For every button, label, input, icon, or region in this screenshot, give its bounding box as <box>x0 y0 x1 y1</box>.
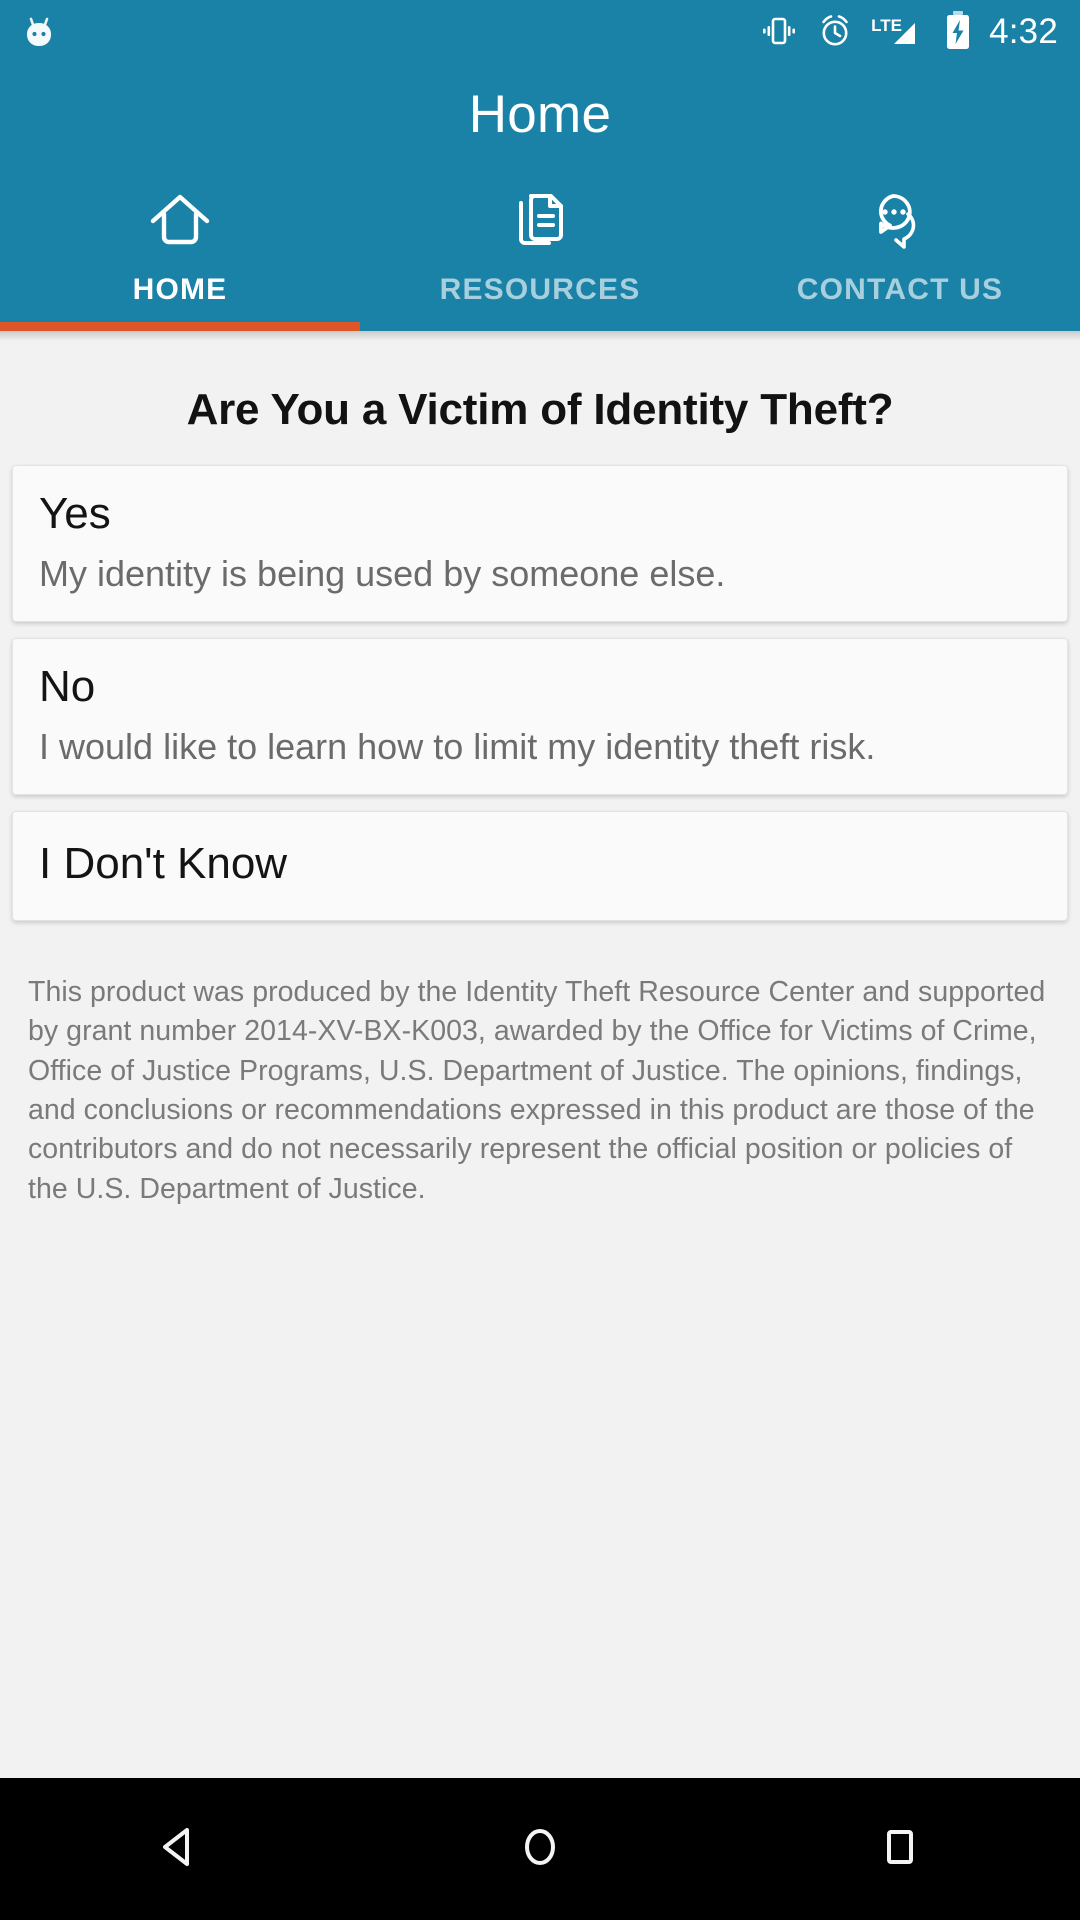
vibrate-icon <box>759 11 799 51</box>
triangle-back-icon <box>149 1816 211 1883</box>
tab-active-indicator <box>0 322 360 331</box>
app-bar: Home HOME RESOURCES CONTACT US <box>0 62 1080 331</box>
option-title: Yes <box>39 489 111 538</box>
home-button[interactable] <box>360 1816 720 1883</box>
main-content: Are You a Victim of Identity Theft? Yes … <box>0 341 1080 1210</box>
back-button[interactable] <box>0 1816 360 1883</box>
recents-button[interactable] <box>720 1816 1080 1883</box>
option-title: No <box>39 662 96 712</box>
lte-signal-icon: LTE <box>871 11 927 51</box>
status-bar-clock: 4:32 <box>989 11 1058 51</box>
option-card-list: Yes My identity is being used by someone… <box>0 465 1080 922</box>
question-heading: Are You a Victim of Identity Theft? <box>186 385 894 434</box>
app-bar-shadow <box>0 331 1080 341</box>
status-bar: LTE 4:32 <box>0 0 1080 62</box>
tab-resources[interactable]: RESOURCES <box>360 171 720 331</box>
documents-icon <box>503 183 577 261</box>
home-icon <box>143 183 217 261</box>
option-title: I Don't Know <box>39 839 288 889</box>
tab-home[interactable]: HOME <box>0 171 360 331</box>
tab-home-label: HOME <box>132 273 228 306</box>
android-mascot-icon <box>18 10 60 52</box>
option-subtitle: My identity is being used by someone els… <box>39 552 726 594</box>
status-bar-right: LTE 4:32 <box>759 9 1058 53</box>
battery-charging-icon <box>943 9 973 53</box>
status-bar-left <box>18 10 60 52</box>
circle-home-icon <box>509 1816 571 1883</box>
square-recents-icon <box>869 1816 931 1883</box>
phone-screen: LTE 4:32 Home HOME RESOURCES CONTACT US … <box>0 0 1080 1920</box>
disclaimer-text: This product was produced by the Identit… <box>28 976 1046 1205</box>
option-card-i-dont-know[interactable]: I Don't Know <box>12 811 1068 922</box>
tab-resources-label: RESOURCES <box>439 273 641 306</box>
tab-contact-us-label: CONTACT US <box>796 273 1004 306</box>
option-card-yes[interactable]: Yes My identity is being used by someone… <box>12 465 1068 623</box>
option-card-no[interactable]: No I would like to learn how to limit my… <box>12 638 1068 796</box>
android-navigation-bar <box>0 1778 1080 1920</box>
option-subtitle: I would like to learn how to limit my id… <box>39 726 876 767</box>
alarm-icon <box>815 11 855 51</box>
chat-bubbles-icon <box>863 183 937 261</box>
tab-contact-us[interactable]: CONTACT US <box>720 171 1080 331</box>
page-title: Home <box>468 85 612 144</box>
tab-bar: HOME RESOURCES CONTACT US <box>0 171 1080 331</box>
